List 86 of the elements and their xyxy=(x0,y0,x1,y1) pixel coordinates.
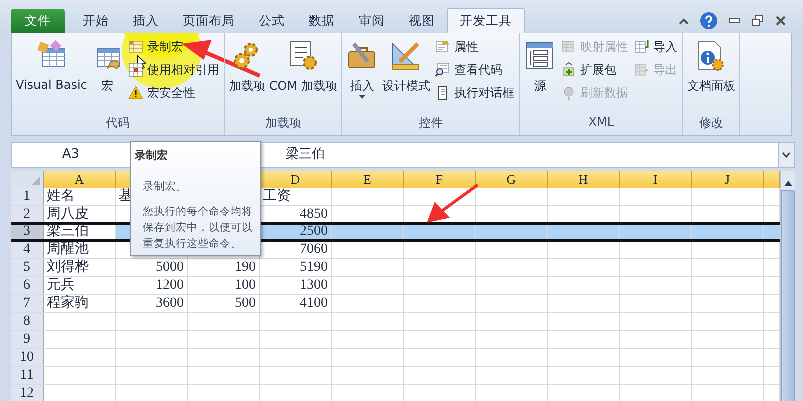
column-header[interactable]: J xyxy=(692,171,764,188)
row-header[interactable]: 12 xyxy=(11,385,44,401)
ribbon-button[interactable]: 源 xyxy=(522,36,558,112)
row-header[interactable]: 3 xyxy=(11,225,44,239)
table-cell: 100 xyxy=(188,277,260,294)
table-cell: 元兵 xyxy=(44,277,116,294)
row-header[interactable]: 6 xyxy=(11,277,44,294)
column-header[interactable]: G xyxy=(476,171,548,188)
ribbon-tab[interactable]: 开始 xyxy=(71,9,121,33)
collapse-icon[interactable] xyxy=(679,17,689,25)
ribbon-tab[interactable]: 页面布局 xyxy=(171,9,247,33)
row-header[interactable]: 5 xyxy=(11,259,44,276)
table-cell: 梁三伯 xyxy=(44,225,116,239)
import-icon xyxy=(634,39,650,55)
column-header[interactable]: H xyxy=(548,171,620,188)
magnifier-icon xyxy=(435,62,452,78)
ribbon-button[interactable]: 设计模式 xyxy=(380,36,432,112)
ribbon-tab[interactable]: 数据 xyxy=(297,9,347,33)
help-icon[interactable] xyxy=(700,12,718,30)
ribbon-button[interactable]: 加载项 xyxy=(227,36,268,112)
ribbon-button[interactable]: 插入 xyxy=(344,36,380,112)
ribbon-tab[interactable]: 文件 xyxy=(11,9,65,33)
form-icon xyxy=(435,39,452,55)
row-header[interactable]: 11 xyxy=(11,367,44,384)
ribbon-button[interactable]: 宏 xyxy=(89,36,126,112)
ruler-pencil-icon xyxy=(390,40,422,72)
row-header[interactable]: 2 xyxy=(11,206,44,223)
group-label: 加载项 xyxy=(264,115,302,132)
cursor-icon xyxy=(137,55,146,69)
tooltip-description: 您执行的每个命令均将保存到宏中，以便可以重复执行这些命令。 xyxy=(143,205,254,252)
chevron-icon xyxy=(782,152,791,158)
column-header[interactable]: I xyxy=(620,171,692,188)
tooltip-title: 录制宏 xyxy=(135,148,169,163)
ribbon-button[interactable]: 宏安全性 xyxy=(126,82,222,104)
table-cell: 5000 xyxy=(116,259,188,276)
row-header[interactable]: 10 xyxy=(11,349,44,366)
table-cell: 姓名 xyxy=(44,188,116,205)
ribbon-button[interactable]: COM 加载项 xyxy=(267,36,340,112)
ribbon-button[interactable]: Visual Basic xyxy=(14,36,90,112)
group-label: 控件 xyxy=(418,115,444,132)
corner-triangle-icon xyxy=(32,177,40,185)
row-header[interactable]: 4 xyxy=(11,241,44,258)
row-header[interactable]: 8 xyxy=(11,313,44,330)
close-icon[interactable] xyxy=(775,16,787,26)
row-header[interactable]: 9 xyxy=(11,331,44,348)
table-cell: 刘得桦 xyxy=(44,259,116,276)
export-icon xyxy=(634,62,650,78)
table-cell: 1300 xyxy=(260,277,332,294)
group-label: 代码 xyxy=(105,115,132,132)
arrow xyxy=(425,184,479,224)
warning-icon xyxy=(128,85,144,101)
table-cell: 程家驹 xyxy=(44,295,116,312)
table-cell: 3600 xyxy=(116,295,188,312)
ribbon-button[interactable]: 属性 xyxy=(433,36,516,58)
ribbon-button[interactable]: 扩展包 xyxy=(559,59,630,81)
column-header[interactable]: D xyxy=(260,171,332,188)
ribbon-tab[interactable]: 审阅 xyxy=(347,9,397,33)
column-header[interactable]: E xyxy=(332,171,404,188)
table-cell: 周醒池 xyxy=(44,241,116,258)
group-label: 修改 xyxy=(698,115,724,132)
ribbon-tab[interactable]: 开发工具 xyxy=(447,8,525,33)
ribbon-button[interactable]: 执行对话框 xyxy=(433,82,516,104)
package-icon xyxy=(561,62,578,78)
column-header[interactable]: F xyxy=(404,171,476,188)
table-cell: 1200 xyxy=(116,277,188,294)
row-header[interactable]: 7 xyxy=(11,295,44,312)
table-cell: 500 xyxy=(188,295,260,312)
ribbon-tab[interactable]: 公式 xyxy=(247,9,297,33)
ribbon-button[interactable]: 导入 xyxy=(632,36,680,58)
restore-icon[interactable] xyxy=(752,15,764,27)
row-header[interactable]: 1 xyxy=(11,188,44,205)
column-header[interactable]: A xyxy=(44,171,116,188)
table-cell: 4100 xyxy=(260,295,332,312)
ribbon-tab[interactable]: 视图 xyxy=(397,9,447,33)
ribbon-button[interactable]: 文档面板 xyxy=(685,36,738,112)
group-label: XML xyxy=(588,115,616,131)
list-icon xyxy=(524,40,556,72)
table-cell: 5190 xyxy=(260,259,332,276)
grid-icon xyxy=(128,62,144,78)
table-cell: 190 xyxy=(188,259,260,276)
minimize-icon[interactable] xyxy=(729,17,741,25)
ribbon-button[interactable]: 查看代码 xyxy=(433,59,516,81)
up-arrow-icon[interactable] xyxy=(784,181,792,186)
table-icon xyxy=(128,39,144,55)
expand-button[interactable] xyxy=(778,143,794,167)
ribbon-tab[interactable]: 插入 xyxy=(121,9,171,33)
